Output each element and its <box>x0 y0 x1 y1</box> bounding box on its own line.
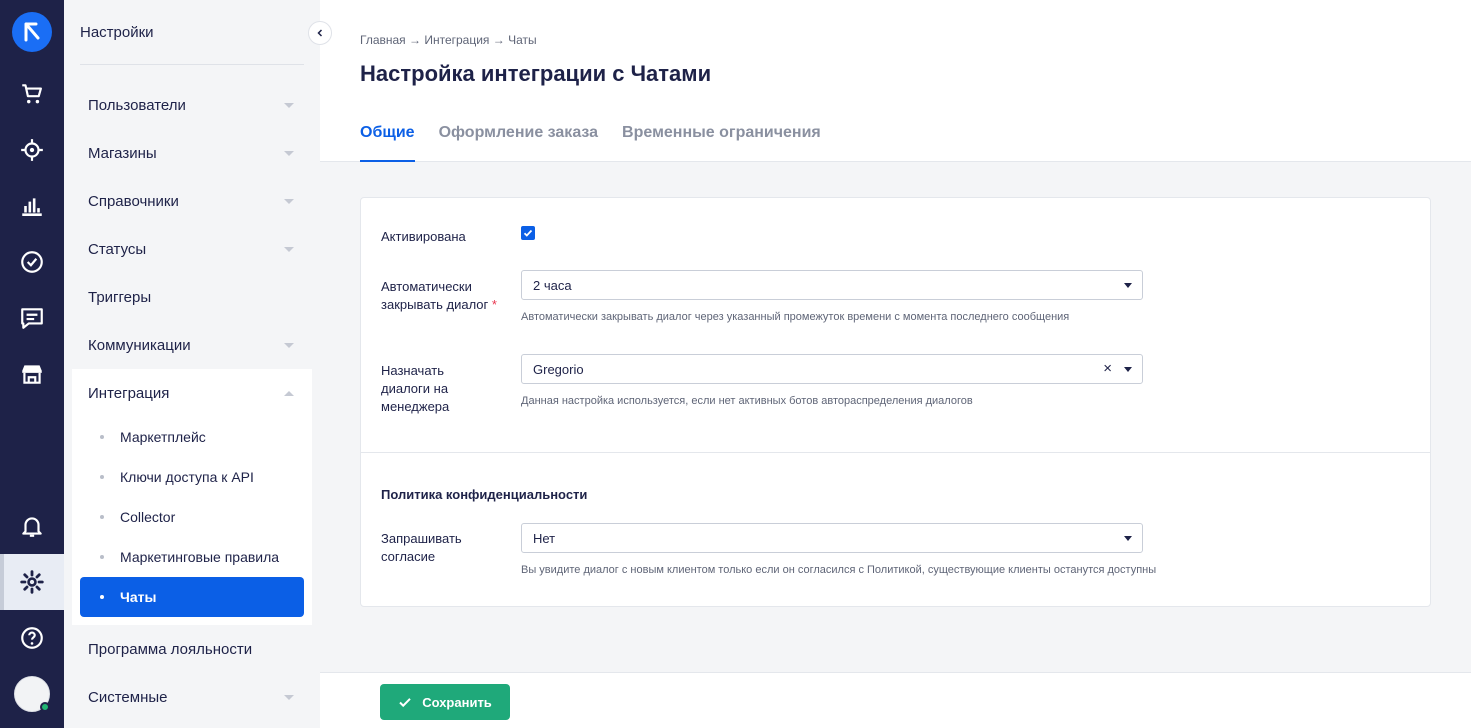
footer-bar: Сохранить <box>320 672 1471 728</box>
page-title: Настройка интеграции с Чатами <box>360 61 712 86</box>
required-mark: * <box>491 297 497 312</box>
checkmark-icon <box>523 229 533 237</box>
logo-icon[interactable] <box>12 12 52 52</box>
chevron-down-icon <box>284 343 294 348</box>
check-icon <box>399 698 411 708</box>
tab-general[interactable]: Общие <box>360 124 415 162</box>
avatar[interactable] <box>14 676 50 712</box>
save-button-label: Сохранить <box>422 694 492 710</box>
assign-value: Gregorio <box>533 362 584 377</box>
chevron-down-icon <box>284 247 294 252</box>
icon-rail <box>0 0 64 728</box>
caret-down-icon <box>1124 536 1132 541</box>
consent-value: Нет <box>533 531 556 546</box>
page-header: Главная → Интеграция → Чаты Настройка ин… <box>320 0 1471 162</box>
sidebar-item-label: Магазины <box>88 144 157 162</box>
tab-bar: Общие Оформление заказа Временные ограни… <box>360 124 821 162</box>
sidebar-title: Настройки <box>80 24 154 41</box>
tab-order-placement[interactable]: Оформление заказа <box>439 124 598 162</box>
sidebar-item-integration[interactable]: Интеграция <box>88 369 298 417</box>
sidebar-item-system[interactable]: Системные <box>88 673 298 721</box>
chevron-down-icon <box>284 199 294 204</box>
sidebar-subitem-api-keys[interactable]: Ключи доступа к API <box>80 457 304 497</box>
section-divider <box>361 452 1430 453</box>
sidebar-item-label: Триггеры <box>88 288 152 306</box>
sidebar-item-label: Коммуникации <box>88 336 191 354</box>
store-icon[interactable] <box>0 346 64 402</box>
sidebar-divider <box>80 64 304 65</box>
tasks-icon[interactable] <box>0 234 64 290</box>
target-icon[interactable] <box>0 122 64 178</box>
sidebar-item-label: Справочники <box>88 192 179 210</box>
consent-hint: Вы увидите диалог с новым клиентом тольк… <box>521 564 1157 576</box>
analytics-icon[interactable] <box>0 178 64 234</box>
autoclose-label-text: Автоматически закрывать диалог <box>381 279 489 312</box>
sidebar-item-label: Программа лояльности <box>88 640 253 658</box>
help-icon[interactable] <box>0 610 64 666</box>
sidebar-item-loyalty[interactable]: Программа лояльности <box>88 625 298 673</box>
sidebar-item-statuses[interactable]: Статусы <box>88 225 298 273</box>
settings-card: Активирована Автоматически закрывать диа… <box>360 197 1431 607</box>
assign-hint: Данная настройка используется, если нет … <box>521 395 973 407</box>
sidebar-item-label: Статусы <box>88 240 147 258</box>
bell-icon[interactable] <box>0 498 64 554</box>
tab-time-restrictions[interactable]: Временные ограничения <box>622 124 821 162</box>
sidebar-item-label: Интеграция <box>88 384 170 402</box>
sidebar-item-communications[interactable]: Коммуникации <box>88 321 298 369</box>
chevron-up-icon <box>284 391 294 396</box>
privacy-section-title: Политика конфиденциальности <box>381 487 588 502</box>
chevron-down-icon <box>284 695 294 700</box>
sidebar-item-label: Пользователи <box>88 96 186 114</box>
main-content: Главная → Интеграция → Чаты Настройка ин… <box>320 0 1471 728</box>
consent-label: Запрашивать согласие <box>381 531 462 564</box>
activated-checkbox[interactable] <box>521 226 535 240</box>
sidebar-subitem-marketplace[interactable]: Маркетплейс <box>80 417 304 457</box>
autoclose-value: 2 часа <box>533 278 572 293</box>
chevron-left-icon <box>317 29 323 37</box>
assign-label: Назначать диалоги на менеджера <box>381 363 450 414</box>
sidebar-subitem-chats[interactable]: Чаты <box>80 577 304 617</box>
chat-icon[interactable] <box>0 290 64 346</box>
autoclose-label: Автоматически закрывать диалог * <box>381 278 506 314</box>
breadcrumb[interactable]: Главная → Интеграция → Чаты <box>360 33 537 47</box>
settings-icon[interactable] <box>0 554 64 610</box>
sidebar-item-label: Системные <box>88 688 168 706</box>
consent-select[interactable]: Нет <box>521 523 1143 553</box>
autoclose-hint: Автоматически закрывать диалог через ука… <box>521 311 1070 323</box>
clear-icon[interactable]: × <box>1103 360 1112 377</box>
sidebar-item-stores[interactable]: Магазины <box>88 129 298 177</box>
assign-manager-select[interactable]: Gregorio × <box>521 354 1143 384</box>
collapse-sidebar-button[interactable] <box>308 21 332 45</box>
cart-icon[interactable] <box>0 66 64 122</box>
sidebar-item-users[interactable]: Пользователи <box>88 81 298 129</box>
sidebar-group-integration: Интеграция Маркетплейс Ключи доступа к A… <box>72 369 312 625</box>
activated-label: Активирована <box>381 229 466 244</box>
sidebar-item-triggers[interactable]: Триггеры <box>88 273 298 321</box>
chevron-down-icon <box>284 103 294 108</box>
sidebar-subitem-marketing-rules[interactable]: Маркетинговые правила <box>80 537 304 577</box>
caret-down-icon <box>1124 283 1132 288</box>
settings-sidebar: Настройки Пользователи Магазины Справочн… <box>64 0 320 728</box>
save-button[interactable]: Сохранить <box>380 684 510 720</box>
chevron-down-icon <box>284 151 294 156</box>
autoclose-select[interactable]: 2 часа <box>521 270 1143 300</box>
sidebar-subitem-collector[interactable]: Collector <box>80 497 304 537</box>
online-status-icon <box>40 702 50 712</box>
sidebar-item-directories[interactable]: Справочники <box>88 177 298 225</box>
caret-down-icon <box>1124 367 1132 372</box>
